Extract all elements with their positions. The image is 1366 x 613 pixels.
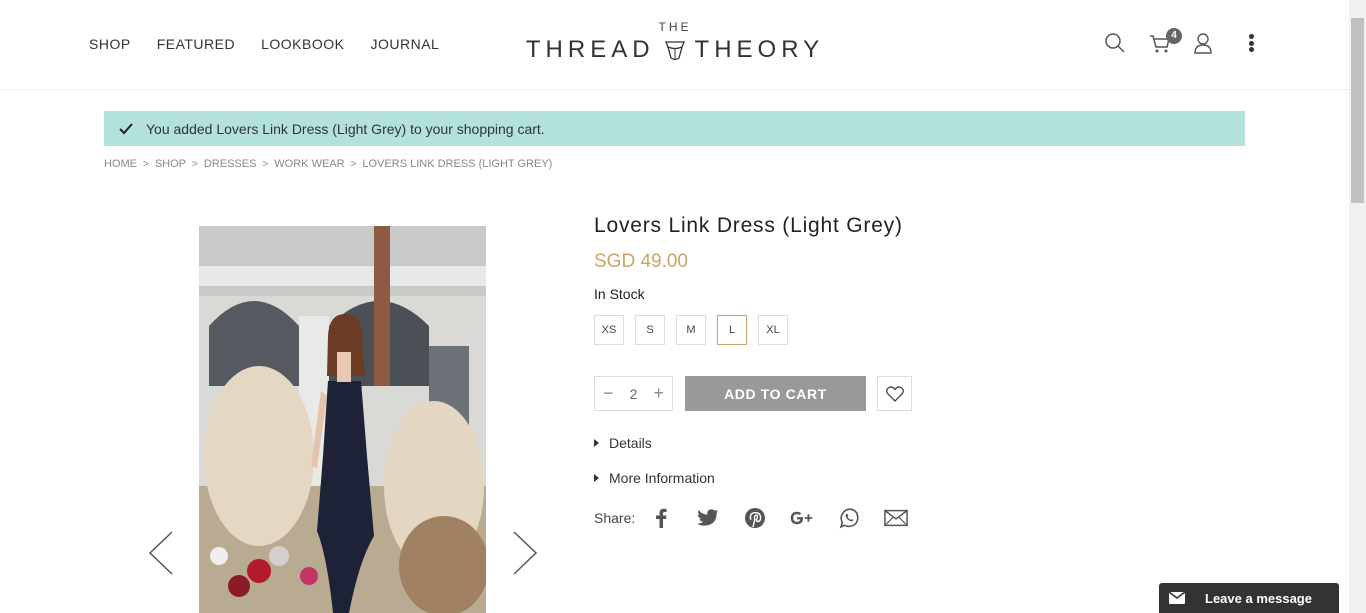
nav-featured[interactable]: FEATURED	[157, 36, 235, 52]
facebook-icon[interactable]	[649, 506, 673, 530]
product-photo-illustration	[199, 226, 486, 613]
envelope-icon	[1169, 592, 1185, 604]
success-message: You added Lovers Link Dress (Light Grey)…	[104, 111, 1245, 146]
breadcrumb-work-wear[interactable]: WORK WEAR	[274, 158, 344, 170]
breadcrumb: HOME > SHOP > DRESSES > WORK WEAR > LOVE…	[104, 158, 552, 170]
stock-status: In Stock	[594, 286, 645, 302]
size-option-xl[interactable]: XL	[758, 315, 788, 345]
kebab-menu-icon[interactable]	[1248, 32, 1254, 54]
chat-label: Leave a message	[1205, 590, 1312, 606]
caret-right-icon	[594, 439, 599, 447]
main-nav: SHOP FEATURED LOOKBOOK JOURNAL	[89, 36, 439, 52]
whatsapp-icon[interactable]	[837, 506, 861, 530]
logo-thread: THREAD	[525, 36, 655, 63]
product-price: SGD 49.00	[594, 251, 688, 272]
product-info: Lovers Link Dress (Light Grey) SGD 49.00…	[594, 214, 1094, 530]
site-logo[interactable]: THE THREAD THEORY	[520, 20, 830, 64]
nav-shop[interactable]: SHOP	[89, 36, 131, 52]
scrollbar-thumb[interactable]	[1351, 18, 1364, 203]
breadcrumb-current: LOVERS LINK DRESS (LIGHT GREY)	[362, 158, 553, 170]
pinterest-icon[interactable]	[743, 506, 767, 530]
kebab-dot	[1248, 40, 1254, 46]
header-icons: 4	[1104, 28, 1254, 54]
logo-emblem-icon	[664, 41, 685, 61]
gallery-next-arrow-icon[interactable]	[511, 530, 539, 576]
share-row: Share:	[594, 506, 1094, 530]
breadcrumb-separator: >	[143, 158, 149, 170]
size-option-m[interactable]: M	[676, 315, 706, 345]
quantity-decrease-button[interactable]: −	[603, 383, 614, 404]
site-header: SHOP FEATURED LOOKBOOK JOURNAL THE THREA…	[0, 0, 1349, 90]
kebab-dot	[1248, 47, 1254, 52]
page: SHOP FEATURED LOOKBOOK JOURNAL THE THREA…	[0, 0, 1366, 613]
gallery-prev-arrow-icon[interactable]	[147, 530, 175, 576]
logo-the: THE	[658, 20, 692, 34]
details-toggle[interactable]: Details	[594, 435, 1094, 451]
google-plus-icon[interactable]	[790, 506, 814, 530]
wishlist-heart-icon[interactable]	[877, 376, 912, 411]
more-information-label: More Information	[609, 470, 715, 486]
breadcrumb-home[interactable]: HOME	[104, 158, 137, 170]
product-name: Lovers Link Dress (Light Grey)	[594, 214, 903, 237]
breadcrumb-separator: >	[192, 158, 198, 170]
leave-message-chat-button[interactable]: Leave a message	[1159, 583, 1339, 613]
cart-count-badge: 4	[1166, 28, 1182, 44]
quantity-stepper: − 2 +	[594, 376, 673, 411]
size-option-s[interactable]: S	[635, 315, 665, 345]
breadcrumb-dresses[interactable]: DRESSES	[204, 158, 257, 170]
cart-icon[interactable]: 4	[1149, 28, 1182, 54]
product-image[interactable]	[199, 226, 486, 613]
twitter-icon[interactable]	[696, 506, 720, 530]
size-options: XS S M L XL	[594, 315, 1094, 345]
success-message-text: You added Lovers Link Dress (Light Grey)…	[146, 120, 545, 137]
caret-right-icon	[594, 474, 599, 482]
size-option-l[interactable]: L	[717, 315, 747, 345]
search-icon[interactable]	[1104, 32, 1126, 54]
add-to-cart-button[interactable]: ADD TO CART	[685, 376, 866, 411]
email-icon[interactable]	[884, 506, 909, 530]
breadcrumb-separator: >	[350, 158, 357, 170]
share-label: Share:	[594, 510, 636, 526]
details-label: Details	[609, 435, 652, 451]
purchase-actions: − 2 + ADD TO CART	[594, 376, 1094, 411]
checkmark-icon	[119, 122, 133, 134]
nav-journal[interactable]: JOURNAL	[370, 36, 439, 52]
logo-wordmark: THREAD THEORY	[520, 36, 830, 64]
user-icon[interactable]	[1192, 32, 1214, 54]
nav-lookbook[interactable]: LOOKBOOK	[261, 36, 344, 52]
quantity-increase-button[interactable]: +	[653, 383, 664, 404]
page-scrollbar[interactable]	[1349, 0, 1366, 613]
size-option-xs[interactable]: XS	[594, 315, 624, 345]
kebab-dot	[1248, 34, 1254, 39]
logo-theory: THEORY	[694, 36, 825, 63]
breadcrumb-shop[interactable]: SHOP	[155, 158, 186, 170]
breadcrumb-separator: >	[262, 158, 269, 170]
more-information-toggle[interactable]: More Information	[594, 470, 1094, 486]
quantity-value[interactable]: 2	[630, 386, 638, 402]
